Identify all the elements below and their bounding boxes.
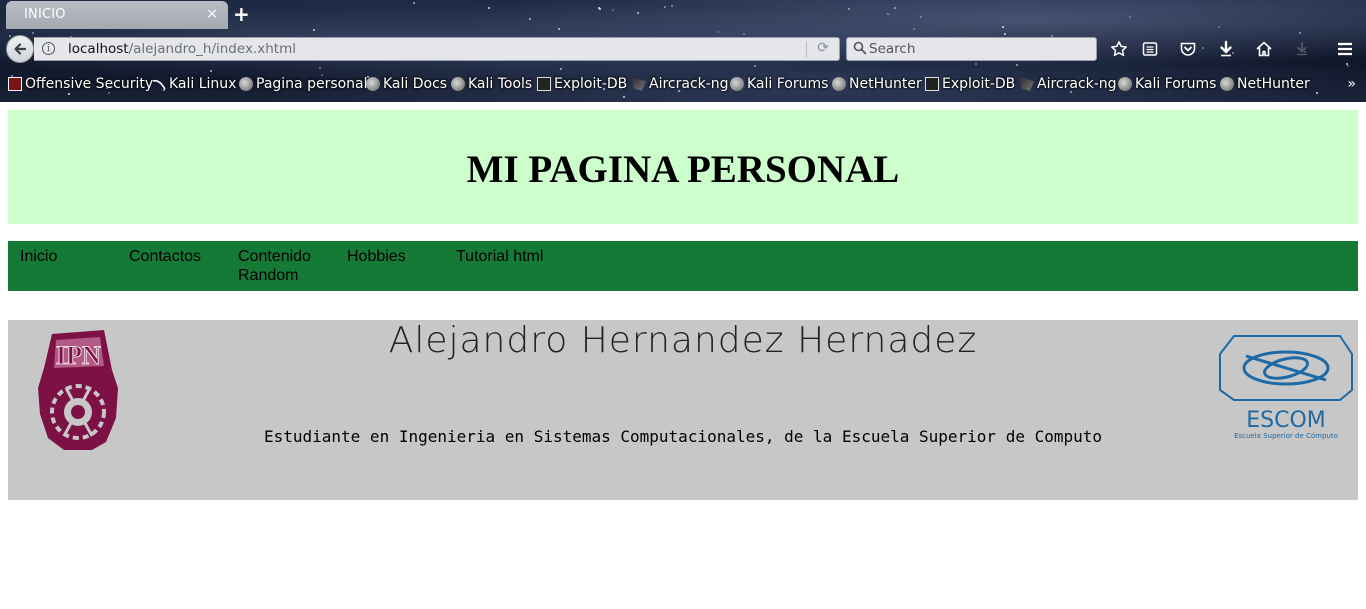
browser-chrome: INICIO × + i localhost/alejandro_h/index… (0, 0, 1366, 102)
bookmark-label: Kali Forums (747, 76, 829, 92)
star (413, 2, 415, 4)
search-icon (853, 41, 867, 55)
bookmark-label: Exploit-DB (554, 76, 628, 92)
bookmark-label: Offensive Security (25, 76, 154, 92)
navigation-bar: i localhost/alejandro_h/index.xhtml ⟳ (0, 30, 1366, 66)
aircrack-icon (1020, 77, 1034, 91)
tab-inicio[interactable]: INICIO × (6, 1, 228, 29)
pocket-icon[interactable] (1177, 38, 1199, 60)
bookmark-item[interactable]: Aircrack-ng (632, 76, 729, 92)
bookmark-label: Kali Docs (383, 76, 448, 92)
star (887, 13, 889, 15)
bookmark-item[interactable]: Kali Linux (152, 76, 236, 92)
bookmark-item[interactable]: Aircrack-ng (1020, 76, 1117, 92)
aircrack-icon (632, 77, 646, 91)
globe-icon (239, 77, 253, 91)
star (848, 8, 850, 10)
globe-icon (1118, 77, 1132, 91)
bookmark-item[interactable]: Exploit-DB (925, 76, 1015, 92)
bookmark-star-icon[interactable] (1108, 38, 1130, 60)
star (560, 68, 562, 70)
bookmark-label: Exploit-DB (942, 76, 1016, 92)
globe-icon (451, 77, 465, 91)
bookmark-item[interactable]: NetHunter (832, 76, 922, 92)
globe-icon (1220, 77, 1234, 91)
new-tab-button[interactable]: + (233, 3, 250, 25)
exploit-db-icon (537, 77, 551, 91)
star (612, 9, 614, 11)
star (319, 67, 321, 69)
page-header: MI PAGINA PERSONAL (8, 110, 1358, 224)
bookmarks-overflow-button[interactable]: » (1347, 76, 1356, 92)
reading-list-icon[interactable] (1139, 38, 1161, 60)
bookmark-item[interactable]: Pagina personal (239, 76, 368, 92)
star (529, 18, 531, 20)
extension-download-icon[interactable] (1291, 38, 1313, 60)
menu-item-tutorial-html[interactable]: Tutorial html (456, 247, 596, 266)
bookmark-label: Pagina personal (256, 76, 368, 92)
tab-title: INICIO (24, 7, 66, 22)
url-separator (806, 41, 807, 57)
star (598, 7, 600, 9)
bookmark-item[interactable]: Kali Docs (366, 76, 447, 92)
search-input[interactable] (869, 39, 1089, 59)
menu-item-contenido-random[interactable]: Contenido Random (238, 247, 338, 285)
bookmark-label: Aircrack-ng (649, 76, 729, 92)
menu-hamburger-icon[interactable] (1334, 38, 1356, 60)
tab-close-icon[interactable]: × (206, 6, 218, 22)
escom-logo: ESCOM Escuela Superior de Cómputo (1219, 335, 1353, 440)
star (1129, 16, 1131, 18)
profile-description: Estudiante en Ingenieria en Sistemas Com… (263, 427, 1103, 446)
star (488, 7, 490, 9)
bookmark-item[interactable]: Kali Tools (451, 76, 532, 92)
star (894, 7, 896, 9)
globe-icon (366, 77, 380, 91)
bookmark-item[interactable]: Offensive Security (8, 76, 153, 92)
bookmark-label: Kali Linux (169, 76, 237, 92)
star (664, 6, 666, 8)
bookmark-item[interactable]: Kali Forums (1118, 76, 1216, 92)
search-bar[interactable] (846, 37, 1097, 61)
url-text: localhost/alejandro_h/index.xhtml (68, 41, 296, 57)
menu-item-inicio[interactable]: Inicio (20, 247, 120, 266)
menu-item-contactos[interactable]: Contactos (129, 247, 229, 266)
bookmark-label: NetHunter (1237, 76, 1310, 92)
profile-section: IPN Alejandro Hernandez Hernadez Estudia… (8, 320, 1358, 500)
info-icon[interactable]: i (42, 42, 55, 55)
bookmark-label: Aircrack-ng (1037, 76, 1117, 92)
kali-linux-icon (152, 77, 166, 91)
exploit-db-icon (925, 77, 939, 91)
bookmark-item[interactable]: NetHunter (1220, 76, 1310, 92)
globe-icon (730, 77, 744, 91)
bookmark-item[interactable]: Exploit-DB (537, 76, 627, 92)
escom-logo-subtext: Escuela Superior de Cómputo (1234, 432, 1338, 440)
star (920, 16, 922, 18)
bookmarks-toolbar: » Offensive Security Kali Linux Pagina per… (0, 72, 1366, 98)
back-arrow-icon (14, 43, 27, 55)
escom-logo-text: ESCOM (1246, 408, 1326, 433)
globe-icon (832, 77, 846, 91)
menu-item-hobbies[interactable]: Hobbies (347, 247, 447, 266)
reload-icon[interactable]: ⟳ (817, 40, 829, 56)
star (671, 5, 673, 7)
bookmark-item[interactable]: Kali Forums (730, 76, 828, 92)
star (1218, 26, 1220, 28)
main-menu: Inicio Contactos Contenido Random Hobbie… (8, 241, 1358, 291)
address-bar[interactable]: i localhost/alejandro_h/index.xhtml ⟳ (34, 37, 840, 61)
back-button[interactable] (6, 35, 34, 63)
download-icon[interactable] (1215, 38, 1237, 60)
bookmark-label: Kali Tools (468, 76, 533, 92)
bookmark-label: Kali Forums (1135, 76, 1217, 92)
bookmark-label: NetHunter (849, 76, 922, 92)
profile-name: Alejandro Hernandez Hernadez (388, 320, 978, 361)
url-host: localhost (68, 41, 129, 57)
star (1002, 26, 1004, 28)
url-path: /alejandro_h/index.xhtml (128, 41, 296, 57)
home-icon[interactable] (1253, 38, 1275, 60)
page-title: MI PAGINA PERSONAL (466, 148, 900, 191)
offensive-security-icon (8, 77, 22, 91)
star (637, 12, 639, 14)
